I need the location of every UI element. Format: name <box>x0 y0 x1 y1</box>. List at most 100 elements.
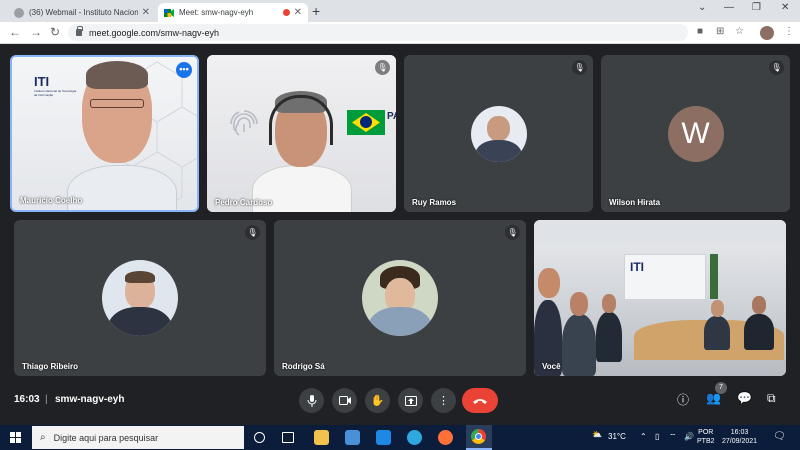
tab-webmail[interactable]: (36) Webmail - Instituto Nacional ✕ <box>8 3 156 22</box>
initial-avatar: W <box>667 105 724 162</box>
glasses <box>90 99 144 108</box>
person-body <box>596 312 622 362</box>
person-head <box>570 292 588 316</box>
address-bar-row: ← → ↻ meet.google.com/smw-nagv-eyh ■ ⊞ ☆… <box>0 22 800 44</box>
microphone-icon <box>307 394 316 407</box>
restore-button[interactable]: ❐ <box>752 2 761 13</box>
participant-name: Rodrigo Sá <box>282 362 325 371</box>
system-clock[interactable]: 16:03 27/09/2021 <box>722 428 757 446</box>
more-options-button[interactable]: ⋮ <box>431 388 456 413</box>
present-icon <box>404 395 417 406</box>
participant-tile-mauricio[interactable]: ITI Instituto Nacional de Tecnologia da … <box>10 55 199 212</box>
search-placeholder: Digite aqui para pesquisar <box>53 432 159 443</box>
avatar-initial: W <box>681 116 710 150</box>
iti-logo: ITI <box>34 74 50 89</box>
task-view-icon[interactable] <box>282 432 294 443</box>
present-screen-button[interactable] <box>398 388 423 413</box>
more-options-button[interactable]: ••• <box>176 62 192 78</box>
people-icon[interactable]: 👥 <box>706 391 721 405</box>
participant-tile-self[interactable]: ITI Você <box>534 220 786 376</box>
browser-menu-icon[interactable]: ⋮ <box>784 26 794 37</box>
participant-name: Wilson Hirata <box>609 198 661 207</box>
webmail-favicon-icon <box>14 7 24 18</box>
leave-call-button[interactable] <box>462 388 498 413</box>
tab-meet[interactable]: Meet: smw-nagv-eyh ✕ <box>158 3 308 22</box>
url-text: meet.google.com/smw-nagv-eyh <box>89 27 220 38</box>
camera-in-use-icon[interactable]: ■ <box>697 26 703 37</box>
brazil-flag <box>347 110 385 135</box>
participant-tile-pedro[interactable]: PA 🎙 Pedro Cardoso <box>207 55 396 212</box>
recording-indicator-icon <box>282 9 290 16</box>
notifications-icon[interactable]: 🗨 <box>773 431 786 442</box>
layout-text: PTB2 <box>697 438 715 445</box>
keyboard-language[interactable]: POR PTB2 <box>697 428 715 446</box>
microsoft-store-icon[interactable] <box>345 430 360 445</box>
camera-button[interactable] <box>332 388 357 413</box>
forward-button[interactable]: → <box>30 25 42 39</box>
temperature-text[interactable]: 31°C <box>608 432 626 441</box>
person-body <box>67 165 177 210</box>
participant-tile-thiago[interactable]: 🎙 Thiago Ribeiro <box>14 220 266 376</box>
reload-button[interactable]: ↻ <box>50 25 60 39</box>
ceiling <box>534 220 786 244</box>
meeting-code: smw-nagv-eyh <box>55 394 125 405</box>
search-icon: ⌕ <box>40 432 46 443</box>
profile-avatar[interactable] <box>760 26 774 40</box>
flag-pole <box>710 254 718 299</box>
weather-icon[interactable]: ⛅ <box>592 430 602 439</box>
taskbar-search-input[interactable]: ⌕ Digite aqui para pesquisar <box>32 426 244 449</box>
mic-off-icon: 🎙 <box>572 60 587 75</box>
mic-off-icon: 🎙 <box>245 225 260 240</box>
meeting-details-icon[interactable]: ⓘ <box>677 391 689 408</box>
person-body <box>744 314 774 350</box>
iti-logo-subtitle: Instituto Nacional de Tecnologia da Info… <box>34 89 77 97</box>
close-window-button[interactable]: ✕ <box>781 2 789 13</box>
participant-tile-rodrigo[interactable]: 🎙 Rodrigo Sá <box>274 220 526 376</box>
participant-name: Thiago Ribeiro <box>22 362 78 371</box>
hand-icon: ✋ <box>370 395 385 407</box>
tab-webmail-title: (36) Webmail - Instituto Nacional <box>29 8 138 17</box>
more-vert-icon: ⋮ <box>438 395 449 407</box>
person-body <box>562 314 596 376</box>
mic-off-icon: 🎙 <box>769 60 784 75</box>
battery-icon[interactable]: ▯ <box>655 432 659 441</box>
cortana-icon[interactable] <box>254 432 265 443</box>
show-hidden-icons-icon[interactable]: ⌃ <box>640 432 647 441</box>
room-iti-logo: ITI <box>630 260 644 274</box>
chrome-taskbar-button[interactable] <box>466 425 492 450</box>
headphones <box>269 95 333 145</box>
file-explorer-icon[interactable] <box>314 430 329 445</box>
participant-name: Ruy Ramos <box>412 198 457 207</box>
fingerprint-logo-icon <box>230 110 258 136</box>
activities-icon[interactable]: ⧉ <box>767 391 776 406</box>
minimize-button[interactable]: — <box>724 2 734 13</box>
participant-tile-wilson[interactable]: W 🎙 Wilson Hirata <box>601 55 790 212</box>
bookmark-star-icon[interactable]: ☆ <box>735 26 744 37</box>
mail-icon[interactable] <box>376 430 391 445</box>
firefox-icon[interactable] <box>438 430 453 445</box>
new-tab-button[interactable]: + <box>312 3 320 19</box>
edge-icon[interactable] <box>407 430 422 445</box>
chat-icon[interactable]: 💬 <box>737 391 752 405</box>
tab-close-icon[interactable]: ✕ <box>294 7 302 18</box>
raise-hand-button[interactable]: ✋ <box>365 388 390 413</box>
person-head <box>538 268 560 298</box>
tab-search-icon[interactable]: ⌄ <box>698 2 706 13</box>
lock-icon <box>76 26 83 36</box>
network-icon[interactable]: ⌔ <box>669 432 677 442</box>
microphone-button[interactable] <box>299 388 324 413</box>
flag-caption: PA <box>387 111 396 122</box>
participant-tile-ruy[interactable]: 🎙 Ruy Ramos <box>404 55 593 212</box>
browser-tab-bar: (36) Webmail - Instituto Nacional ✕ Meet… <box>0 0 800 22</box>
url-field[interactable]: meet.google.com/smw-nagv-eyh <box>68 24 688 41</box>
windows-taskbar: ⌕ Digite aqui para pesquisar <box>0 425 800 450</box>
tab-close-icon[interactable]: ✕ <box>142 7 150 18</box>
cast-icon[interactable]: ⊞ <box>716 26 724 37</box>
participant-name: Você <box>542 362 561 371</box>
profile-avatar <box>470 105 527 162</box>
windows-start-icon[interactable] <box>10 432 21 443</box>
back-button[interactable]: ← <box>9 25 21 39</box>
meet-favicon-icon <box>164 8 174 18</box>
video-camera-icon <box>338 396 351 405</box>
volume-icon[interactable]: 🔊 <box>684 432 694 441</box>
